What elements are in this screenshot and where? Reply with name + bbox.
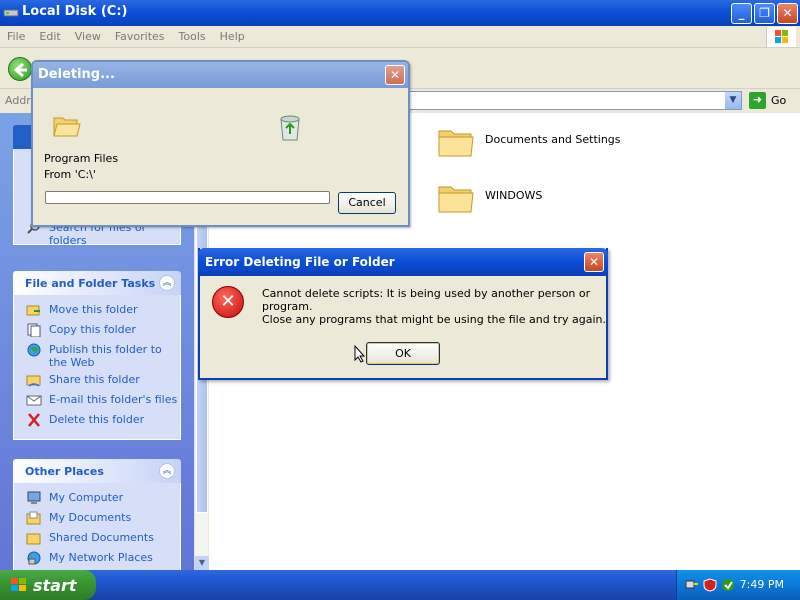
computer-icon [27,491,41,504]
place-my-documents[interactable]: My Documents [24,509,180,529]
maximize-button[interactable]: ❐ [754,3,775,24]
task-publish-folder-label: Publish this folder to the Web [49,343,162,369]
place-my-computer-label: My Computer [49,491,124,504]
scroll-down-icon[interactable]: ▼ [195,556,209,570]
task-email-files[interactable]: E-mail this folder's files [24,391,180,411]
copy-folder-icon [27,323,41,337]
deleting-dialog: Deleting... ✕ Program Files From 'C:\' C… [31,60,410,227]
mouse-cursor-icon [354,345,366,363]
menu-help[interactable]: Help [213,26,252,43]
menu-edit[interactable]: Edit [32,26,67,43]
task-delete-folder[interactable]: Delete this folder [24,411,180,431]
folder-icon [438,130,474,157]
folder-icon [438,186,474,213]
delete-progress-bar [45,191,330,204]
menu-favorites[interactable]: Favorites [108,26,172,43]
go-arrow-icon: ➜ [749,92,766,109]
task-share-folder[interactable]: Share this folder [24,371,180,391]
file-folder-tasks-header[interactable]: File and Folder Tasks ︽ [13,271,181,295]
error-message-line1: Cannot delete scripts: It is being used … [262,287,591,313]
task-move-folder[interactable]: Move this folder [24,301,180,321]
move-folder-icon [26,305,40,316]
other-places-title: Other Places [25,465,104,478]
file-folder-tasks-panel: File and Folder Tasks ︽ Move this folder… [13,271,181,440]
folder-documents-and-settings[interactable]: Documents and Settings [437,123,687,163]
shared-folder-icon [26,533,41,545]
error-dialog-title: Error Deleting File or Folder [205,255,395,269]
network-tray-icon[interactable] [685,578,699,592]
deleting-dialog-titlebar[interactable]: Deleting... ✕ [33,62,408,88]
deleting-from-text: From 'C:\' [44,168,96,181]
updates-icon[interactable] [721,578,735,592]
task-delete-folder-label: Delete this folder [49,413,145,426]
deleting-close-button[interactable]: ✕ [385,65,405,85]
menubar: File Edit View Favorites Tools Help [0,26,800,48]
share-folder-icon [26,375,41,387]
folder-label: WINDOWS [485,189,543,202]
menu-view[interactable]: View [68,26,108,43]
place-my-network-places[interactable]: My Network Places [24,549,180,569]
documents-folder-icon [26,511,41,525]
menu-tools[interactable]: Tools [172,26,213,43]
window-titlebar[interactable]: Local Disk (C:) _ ❐ ✕ [0,0,800,26]
collapse-icon[interactable]: ︽ [159,463,175,479]
globe-icon [27,343,41,357]
go-label: Go [771,94,787,107]
error-dialog: Error Deleting File or Folder ✕ ✕ Cannot… [198,248,608,380]
collapse-icon[interactable]: ︽ [159,275,175,291]
network-icon [27,551,41,565]
back-button[interactable] [8,57,32,81]
windows-logo-icon [766,27,796,47]
open-folder-icon [53,117,81,137]
error-x-icon: ✕ [212,286,244,318]
task-email-files-label: E-mail this folder's files [49,393,178,406]
recycle-bin-icon [280,115,300,141]
menu-file[interactable]: File [0,26,32,43]
window-title: Local Disk (C:) [22,4,128,19]
task-copy-folder-label: Copy this folder [49,323,136,336]
close-button[interactable]: ✕ [777,3,798,24]
task-copy-folder[interactable]: Copy this folder [24,321,180,341]
other-places-panel: Other Places ︽ My Computer My Documents … [13,459,181,570]
clock: 7:49 PM [739,578,784,591]
security-shield-icon[interactable] [703,578,717,592]
deleting-dialog-title: Deleting... [38,67,115,82]
task-share-folder-label: Share this folder [49,373,140,386]
place-shared-documents-label: Shared Documents [49,531,154,544]
file-folder-tasks-title: File and Folder Tasks [25,277,156,290]
chevron-down-icon[interactable]: ▼ [725,92,741,109]
drive-icon [3,9,19,17]
folder-label: Documents and Settings [485,133,621,146]
delete-x-icon [28,413,40,427]
taskbar: start 7:49 PM [0,570,800,600]
windows-flag-icon [11,578,26,591]
error-dialog-titlebar[interactable]: Error Deleting File or Folder ✕ [198,248,608,276]
minimize-button[interactable]: _ [731,3,752,24]
other-places-header[interactable]: Other Places ︽ [13,459,181,483]
folder-windows[interactable]: WINDOWS [437,179,687,219]
place-my-network-places-label: My Network Places [49,551,153,564]
start-label: start [33,576,77,595]
place-my-documents-label: My Documents [49,511,132,524]
cancel-button[interactable]: Cancel [338,192,396,214]
start-button[interactable]: start [0,570,96,600]
place-shared-documents[interactable]: Shared Documents [24,529,180,549]
task-publish-folder[interactable]: Publish this folder to the Web [24,341,180,371]
email-icon [26,395,42,406]
deleting-item-name: Program Files [44,152,119,165]
system-tray: 7:49 PM [676,570,800,600]
back-arrow-icon [13,62,27,78]
ok-button[interactable]: OK [366,342,440,365]
task-move-folder-label: Move this folder [49,303,138,316]
error-close-button[interactable]: ✕ [584,252,604,272]
go-button[interactable]: ➜ Go [747,91,797,110]
error-message-line2: Close any programs that might be using t… [262,313,607,326]
place-my-computer[interactable]: My Computer [24,489,180,509]
